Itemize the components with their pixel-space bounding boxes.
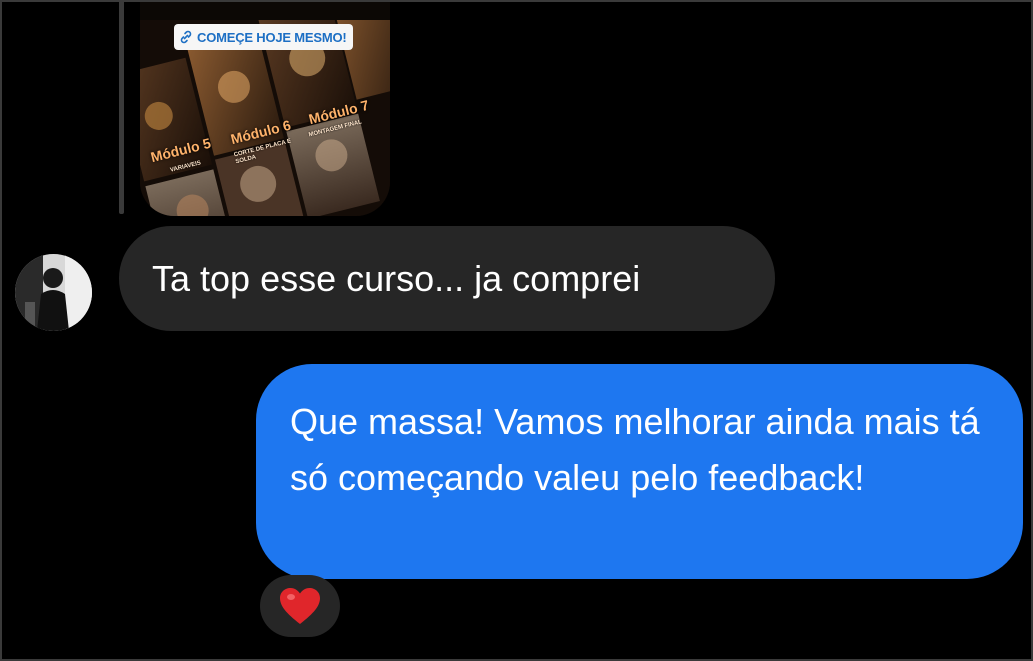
avatar[interactable]: [15, 254, 92, 331]
incoming-message-bubble[interactable]: Ta top esse curso... ja comprei: [119, 226, 775, 331]
link-icon: [180, 30, 192, 44]
heart-icon: [280, 588, 320, 624]
incoming-message-text: Ta top esse curso... ja comprei: [152, 257, 641, 299]
story-link-sticker[interactable]: COMEÇE HOJE MESMO!: [174, 24, 353, 50]
message-reaction[interactable]: [260, 575, 340, 637]
profile-photo: [15, 254, 92, 331]
outgoing-message-bubble[interactable]: Que massa! Vamos melhorar ainda mais tá …: [256, 364, 1023, 579]
story-link-label: COMEÇE HOJE MESMO!: [197, 29, 347, 45]
outgoing-message-text: Que massa! Vamos melhorar ainda mais tá …: [290, 401, 980, 498]
story-reply-indicator: [119, 0, 124, 214]
